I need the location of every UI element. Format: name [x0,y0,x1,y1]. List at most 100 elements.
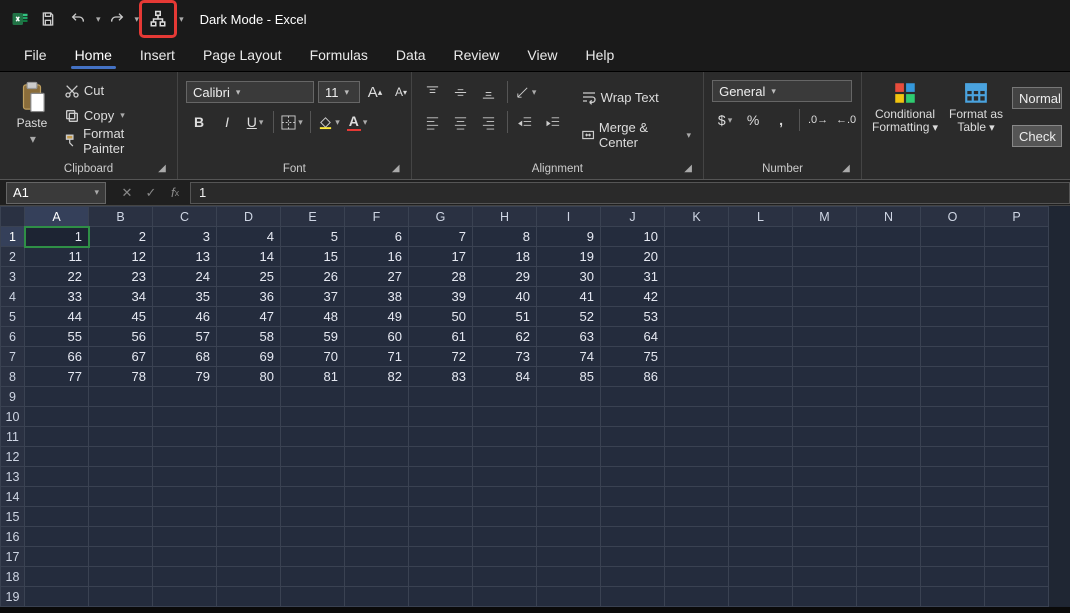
cell[interactable] [89,447,153,467]
row-header[interactable]: 14 [1,487,25,507]
cell[interactable] [281,427,345,447]
align-bottom-button[interactable] [476,80,502,104]
cell[interactable] [857,247,921,267]
menu-formulas[interactable]: Formulas [296,41,382,71]
italic-button[interactable]: I [214,110,240,134]
align-top-button[interactable] [420,80,446,104]
cell[interactable] [921,287,985,307]
cell[interactable] [153,427,217,447]
cell[interactable]: 26 [281,267,345,287]
bold-button[interactable]: B [186,110,212,134]
cell[interactable] [793,347,857,367]
cell[interactable] [921,507,985,527]
cell[interactable]: 11 [25,247,89,267]
cell[interactable] [25,527,89,547]
cell[interactable]: 55 [25,327,89,347]
cell[interactable] [25,547,89,567]
cell[interactable]: 28 [409,267,473,287]
cell[interactable]: 34 [89,287,153,307]
cell[interactable] [921,467,985,487]
cell[interactable] [921,447,985,467]
cell[interactable] [473,467,537,487]
cell[interactable]: 19 [537,247,601,267]
cell[interactable] [665,447,729,467]
cell[interactable] [729,267,793,287]
cell[interactable]: 39 [409,287,473,307]
cell[interactable] [729,467,793,487]
cell[interactable] [921,307,985,327]
cell[interactable] [25,467,89,487]
qat-customize-icon[interactable]: ▾ [179,14,184,25]
cell[interactable]: 8 [473,227,537,247]
cell[interactable]: 84 [473,367,537,387]
qat-hierarchy-button[interactable] [141,2,175,36]
cell[interactable]: 52 [537,307,601,327]
cell[interactable]: 67 [89,347,153,367]
cell[interactable] [857,567,921,587]
cell-style-check[interactable]: Check [1012,125,1062,147]
row-header[interactable]: 4 [1,287,25,307]
menu-review[interactable]: Review [440,41,514,71]
cell[interactable] [985,427,1049,447]
cell[interactable] [537,587,601,607]
row-header[interactable]: 9 [1,387,25,407]
row-header[interactable]: 12 [1,447,25,467]
cell[interactable]: 75 [601,347,665,367]
cell[interactable] [89,547,153,567]
cell[interactable] [345,467,409,487]
cell[interactable]: 63 [537,327,601,347]
cell[interactable] [409,447,473,467]
cell[interactable]: 18 [473,247,537,267]
cell[interactable]: 27 [345,267,409,287]
align-center-button[interactable] [448,110,474,134]
cell[interactable] [601,587,665,607]
cell[interactable] [985,267,1049,287]
cell[interactable]: 73 [473,347,537,367]
align-right-button[interactable] [476,110,502,134]
menu-view[interactable]: View [513,41,571,71]
conditional-formatting-button[interactable]: Conditional Formatting ▾ [870,76,940,134]
cell[interactable]: 61 [409,327,473,347]
cell[interactable] [665,467,729,487]
cell[interactable] [473,407,537,427]
cell[interactable]: 68 [153,347,217,367]
wrap-text-button[interactable]: Wrap Text [577,85,695,109]
cell[interactable] [537,387,601,407]
cell[interactable] [921,487,985,507]
menu-insert[interactable]: Insert [126,41,189,71]
column-header[interactable]: M [793,207,857,227]
cell[interactable]: 57 [153,327,217,347]
cell[interactable] [473,547,537,567]
row-header[interactable]: 6 [1,327,25,347]
save-button[interactable] [34,5,62,33]
cell[interactable]: 64 [601,327,665,347]
column-header[interactable]: J [601,207,665,227]
cell[interactable]: 79 [153,367,217,387]
cell[interactable]: 80 [217,367,281,387]
cell[interactable] [601,467,665,487]
column-header[interactable]: N [857,207,921,227]
decrease-font-button[interactable]: A▾ [390,80,412,104]
cell[interactable] [857,447,921,467]
row-header[interactable]: 2 [1,247,25,267]
cell[interactable]: 31 [601,267,665,287]
cell[interactable] [857,387,921,407]
cell[interactable] [921,347,985,367]
cell[interactable]: 62 [473,327,537,347]
cell[interactable] [665,347,729,367]
cell[interactable] [281,567,345,587]
row-header[interactable]: 5 [1,307,25,327]
cell[interactable] [793,447,857,467]
cell[interactable]: 48 [281,307,345,327]
cell[interactable] [921,407,985,427]
cell[interactable] [25,407,89,427]
cell[interactable] [89,507,153,527]
cell[interactable] [985,247,1049,267]
menu-page-layout[interactable]: Page Layout [189,41,296,71]
row-header[interactable]: 10 [1,407,25,427]
cell[interactable] [665,367,729,387]
cell[interactable] [281,467,345,487]
cell[interactable] [345,587,409,607]
clipboard-dialog-launcher[interactable]: ◢ [155,161,169,175]
cell[interactable]: 35 [153,287,217,307]
